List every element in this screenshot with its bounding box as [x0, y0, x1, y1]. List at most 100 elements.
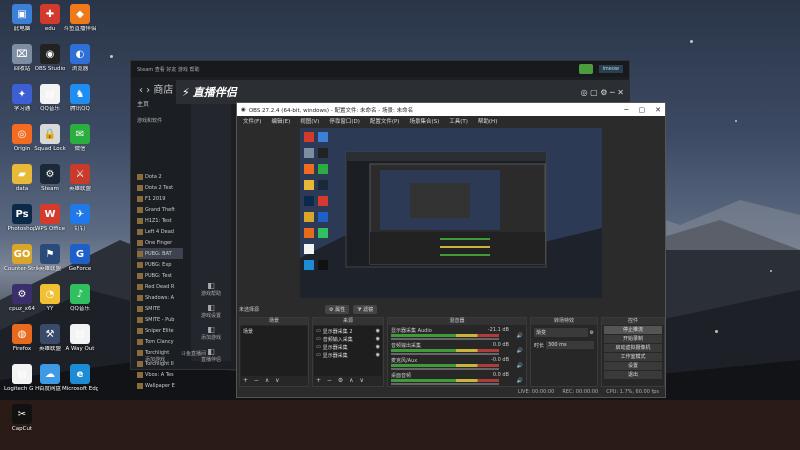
- browser-icon: ◐: [70, 44, 90, 64]
- close-icon[interactable]: ✕: [655, 106, 661, 114]
- steam-menu[interactable]: Steam 查看 好友 游戏 帮助: [137, 66, 200, 73]
- steam-add-game[interactable]: 添加游戏: [145, 356, 165, 363]
- volume-meter: [391, 349, 499, 352]
- obs-window[interactable]: ◉ OBS 27.2.4 (64-bit, windows) - 配置文件: 未…: [236, 102, 666, 398]
- speaker-icon[interactable]: 🔊: [517, 333, 523, 339]
- desktop-icon[interactable]: ♞ 腾讯QQ: [62, 84, 98, 113]
- speaker-icon[interactable]: 🔊: [517, 363, 523, 369]
- steam-home[interactable]: 主页: [137, 99, 149, 108]
- desktop-icon[interactable]: ▤ A Way Out: [62, 324, 98, 353]
- volume-slider[interactable]: [391, 338, 499, 340]
- maximize-icon[interactable]: ▢: [639, 106, 646, 114]
- desktop-icon[interactable]: ♪ QQ音乐: [62, 284, 98, 313]
- control-button[interactable]: 开始录制: [604, 335, 662, 343]
- source-item[interactable]: ▭ 显示器采集 ◉: [316, 344, 380, 352]
- steam-game-item[interactable]: Shadows: A: [137, 292, 183, 303]
- controls-title: 控件: [602, 318, 664, 325]
- source-item[interactable]: ▭ 显示器采集 2 ◉: [316, 328, 380, 336]
- steam-game-item[interactable]: SMITE: [137, 303, 183, 314]
- control-button[interactable]: 停止推流: [604, 326, 662, 334]
- monitor-icon: ▭: [316, 344, 321, 350]
- steam-game-item[interactable]: Wallpaper E: [137, 380, 183, 391]
- desktop-icon[interactable]: ◆ 斗鱼直播伴侣: [62, 4, 98, 33]
- steam-game-item[interactable]: Red Dead R: [137, 281, 183, 292]
- game-thumb-icon: [137, 360, 143, 367]
- control-button[interactable]: 启动虚拟摄像机: [604, 344, 662, 352]
- obs-menu-item[interactable]: 工具(T): [449, 117, 468, 125]
- steam-tool-item[interactable]: ◧ 添加游戏: [191, 325, 231, 347]
- steam-game-item[interactable]: Vbox: A Tes: [137, 369, 183, 380]
- steam-library-label[interactable]: 游戏和软件: [137, 117, 162, 124]
- steam-tool-item[interactable]: ◧ 游戏设置: [191, 303, 231, 325]
- steam-store-tab[interactable]: 商店: [153, 85, 173, 96]
- desktop-icon[interactable]: ✉ 微信: [62, 124, 98, 153]
- desktop-icon[interactable]: ⚔ 英雄联盟: [62, 164, 98, 193]
- obs-menu-item[interactable]: 文件(F): [243, 117, 261, 125]
- steam-game-item[interactable]: Left 4 Dead: [137, 226, 183, 237]
- sources-toolbar[interactable]: + − ⚙ ∧ ∨: [313, 377, 383, 384]
- steam-tool-item[interactable]: ◧ 游戏帮助: [191, 281, 231, 303]
- visibility-icon[interactable]: ◉: [376, 336, 380, 344]
- obs-preview[interactable]: [300, 128, 602, 298]
- obs-menu-item[interactable]: 停靠窗口(D): [329, 117, 360, 125]
- visibility-icon[interactable]: ◉: [376, 328, 380, 336]
- geforce-icon: G: [70, 244, 90, 264]
- steam-game-item[interactable]: Dota 2: [137, 171, 183, 182]
- desktop-icon[interactable]: ✂ CapCut: [4, 404, 40, 433]
- steam-game-item[interactable]: SMITE - Pub: [137, 314, 183, 325]
- desktop-icon[interactable]: e Microsoft Edge: [62, 364, 98, 393]
- steam-game-item[interactable]: One Finger: [137, 237, 183, 248]
- steam-game-item[interactable]: Dota 2 Test: [137, 182, 183, 193]
- volume-slider[interactable]: [391, 368, 499, 370]
- steam-game-item[interactable]: F1 2019: [137, 193, 183, 204]
- obs-menu-item[interactable]: 场景集合(S): [409, 117, 439, 125]
- control-button[interactable]: 设置: [604, 362, 662, 370]
- steam-game-item[interactable]: H1Z1: Test: [137, 215, 183, 226]
- desktop-icon-label: 微信: [74, 146, 86, 152]
- steam-game-item[interactable]: PUBG: BAT: [137, 248, 183, 259]
- speaker-icon[interactable]: 🔊: [517, 348, 523, 354]
- duration-input[interactable]: 300 ms: [546, 341, 594, 349]
- steam-account[interactable]: lmeow: [598, 65, 623, 73]
- volume-slider[interactable]: [391, 383, 499, 385]
- volume-slider[interactable]: [391, 353, 499, 355]
- live-footer-link[interactable]: 斗鱼直播间: [181, 350, 206, 357]
- game-thumb-icon: [137, 261, 143, 268]
- steam-game-item[interactable]: Sniper Elite: [137, 325, 183, 336]
- steam-game-item[interactable]: PUBG: Exp: [137, 259, 183, 270]
- obs-statusbar: LIVE: 00:00:00 REC: 00:00:00 CPU: 1.7%, 60…: [237, 387, 665, 397]
- obs-menu-item[interactable]: 配置文件(P): [370, 117, 400, 125]
- source-item[interactable]: ▭ 音频输入采集 ◉: [316, 336, 380, 344]
- mixer-list: 显示器采集 Audio -21.1 dB 🔊 音频输出采集 0.0 dB 🔊 麦克风/Aux…: [388, 325, 526, 389]
- source-item[interactable]: ▭ 显示器采集 ◉: [316, 352, 380, 360]
- control-button[interactable]: 退出: [604, 371, 662, 379]
- steam-game-item[interactable]: Grand Theft: [137, 204, 183, 215]
- cpuz-icon: ⚙: [12, 284, 32, 304]
- transition-select[interactable]: 渐变: [534, 328, 588, 337]
- control-button[interactable]: 工作室模式: [604, 353, 662, 361]
- filters-button[interactable]: ⧩ 滤镜: [353, 305, 378, 314]
- steam-online-icon[interactable]: [578, 64, 593, 74]
- scenes-toolbar[interactable]: + − ∧ ∨: [240, 377, 308, 384]
- live-window-controls[interactable]: ◎ ▢ ⚙ ─ ✕: [581, 88, 624, 97]
- steam-game-item[interactable]: PUBG: Test: [137, 270, 183, 281]
- steam-game-label: Red Dead R: [145, 283, 175, 290]
- steam-game-label: SMITE - Pub: [145, 316, 175, 323]
- game-thumb-icon: [137, 382, 143, 389]
- back-icon[interactable]: ‹ ›: [139, 85, 150, 96]
- scene-item[interactable]: 场景: [243, 328, 305, 335]
- obs-menu-item[interactable]: 帮助(H): [478, 117, 497, 125]
- transition-config-icon[interactable]: ⚙: [590, 330, 594, 336]
- obs-menu-item[interactable]: 视图(V): [300, 117, 319, 125]
- obs-title: OBS 27.2.4 (64-bit, windows) - 配置文件: 未命名…: [248, 107, 414, 114]
- desktop-icon[interactable]: G GeForce: [62, 244, 98, 273]
- obs-menu-item[interactable]: 编辑(E): [271, 117, 290, 125]
- desktop-icon[interactable]: ◐ 浏览器: [62, 44, 98, 73]
- minimize-icon[interactable]: ─: [624, 106, 628, 114]
- visibility-icon[interactable]: ◉: [376, 344, 380, 352]
- properties-button[interactable]: ⚙ 属性: [325, 305, 350, 314]
- steam-game-item[interactable]: Tom Clancy: [137, 336, 183, 347]
- speaker-icon[interactable]: 🔊: [517, 378, 523, 384]
- visibility-icon[interactable]: ◉: [376, 352, 380, 360]
- desktop-icon[interactable]: ✈ 钉钉: [62, 204, 98, 233]
